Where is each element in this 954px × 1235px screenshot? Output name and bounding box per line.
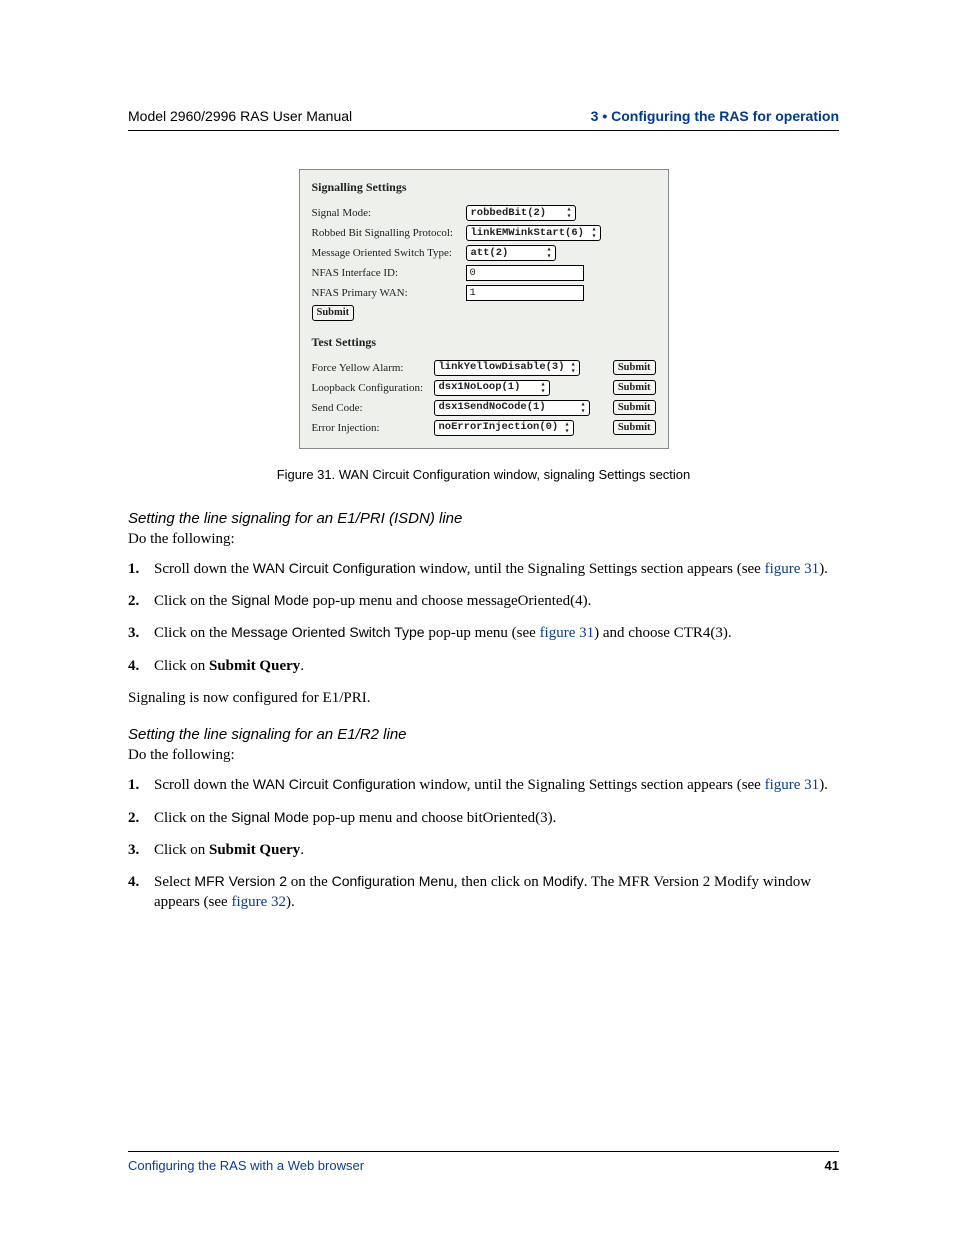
rbsp-value: linkEMWinkStart(6) [471,228,584,239]
submit-button[interactable]: Submit [613,420,656,436]
list-item: Select MFR Version 2 on the Configuratio… [128,872,839,913]
loopback-label: Loopback Configuration: [312,382,430,394]
updown-icon: ▴▾ [565,421,570,435]
figure-screenshot: Signalling Settings Signal Mode: robbedB… [299,169,669,449]
section1-intro: Do the following: [128,529,839,549]
header-left: Model 2960/2996 RAS User Manual [128,108,352,124]
updown-icon: ▴▾ [567,206,572,220]
section1-outro: Signaling is now configured for E1/PRI. [128,688,839,708]
updown-icon: ▴▾ [592,226,597,240]
section2-heading: Setting the line signaling for an E1/R2 … [128,726,839,743]
figure-32-link[interactable]: figure 32 [231,894,286,910]
figure-31-link[interactable]: figure 31 [765,777,820,793]
page-number: 41 [825,1158,839,1173]
figure-31-link[interactable]: figure 31 [765,561,820,577]
signal-mode-select[interactable]: robbedBit(2) ▴▾ [466,205,576,221]
list-item: Click on the Signal Mode pop-up menu and… [128,808,839,828]
page-footer: Configuring the RAS with a Web browser 4… [128,1151,839,1173]
rbsp-label: Robbed Bit Signalling Protocol: [312,227,462,239]
signal-mode-label: Signal Mode: [312,207,462,219]
updown-icon: ▴▾ [547,246,552,260]
most-label: Message Oriented Switch Type: [312,247,462,259]
error-inj-value: noErrorInjection(0) [439,422,559,433]
rbsp-select[interactable]: linkEMWinkStart(6) ▴▾ [466,225,601,241]
page-header: Model 2960/2996 RAS User Manual 3 • Conf… [128,108,839,131]
updown-icon: ▴▾ [571,361,576,375]
submit-button[interactable]: Submit [312,305,355,321]
list-item: Click on Submit Query. [128,656,839,676]
nfas-id-label: NFAS Interface ID: [312,267,462,279]
updown-icon: ▴▾ [541,381,546,395]
section2-intro: Do the following: [128,745,839,765]
send-code-select[interactable]: dsx1SendNoCode(1) ▴▾ [434,400,590,416]
send-code-value: dsx1SendNoCode(1) [439,402,546,413]
force-yellow-select[interactable]: linkYellowDisable(3) ▴▾ [434,360,580,376]
nfas-primary-label: NFAS Primary WAN: [312,287,462,299]
section2-steps: Scroll down the WAN Circuit Configuratio… [128,775,839,912]
figure-caption: Figure 31. WAN Circuit Configuration win… [128,467,839,482]
loopback-select[interactable]: dsx1NoLoop(1) ▴▾ [434,380,550,396]
list-item: Click on Submit Query. [128,840,839,860]
signalling-settings-heading: Signalling Settings [312,180,656,195]
send-code-label: Send Code: [312,402,430,414]
most-select[interactable]: att(2) ▴▾ [466,245,556,261]
submit-button[interactable]: Submit [613,400,656,416]
section1-heading: Setting the line signaling for an E1/PRI… [128,510,839,527]
error-inj-select[interactable]: noErrorInjection(0) ▴▾ [434,420,574,436]
test-settings-heading: Test Settings [312,335,656,350]
figure-31-link[interactable]: figure 31 [540,625,595,641]
most-value: att(2) [471,248,509,259]
list-item: Scroll down the WAN Circuit Configuratio… [128,775,839,795]
error-inj-label: Error Injection: [312,422,430,434]
list-item: Click on the Message Oriented Switch Typ… [128,623,839,643]
footer-left: Configuring the RAS with a Web browser [128,1158,364,1173]
nfas-primary-input[interactable]: 1 [466,285,584,301]
loopback-value: dsx1NoLoop(1) [439,382,521,393]
updown-icon: ▴▾ [581,401,586,415]
list-item: Click on the Signal Mode pop-up menu and… [128,591,839,611]
list-item: Scroll down the WAN Circuit Configuratio… [128,559,839,579]
submit-button[interactable]: Submit [613,380,656,396]
submit-button[interactable]: Submit [613,360,656,376]
force-yellow-value: linkYellowDisable(3) [439,362,565,373]
force-yellow-label: Force Yellow Alarm: [312,362,430,374]
header-right: 3 • Configuring the RAS for operation [591,108,839,124]
nfas-id-input[interactable]: 0 [466,265,584,281]
section1-steps: Scroll down the WAN Circuit Configuratio… [128,559,839,676]
signal-mode-value: robbedBit(2) [471,208,547,219]
